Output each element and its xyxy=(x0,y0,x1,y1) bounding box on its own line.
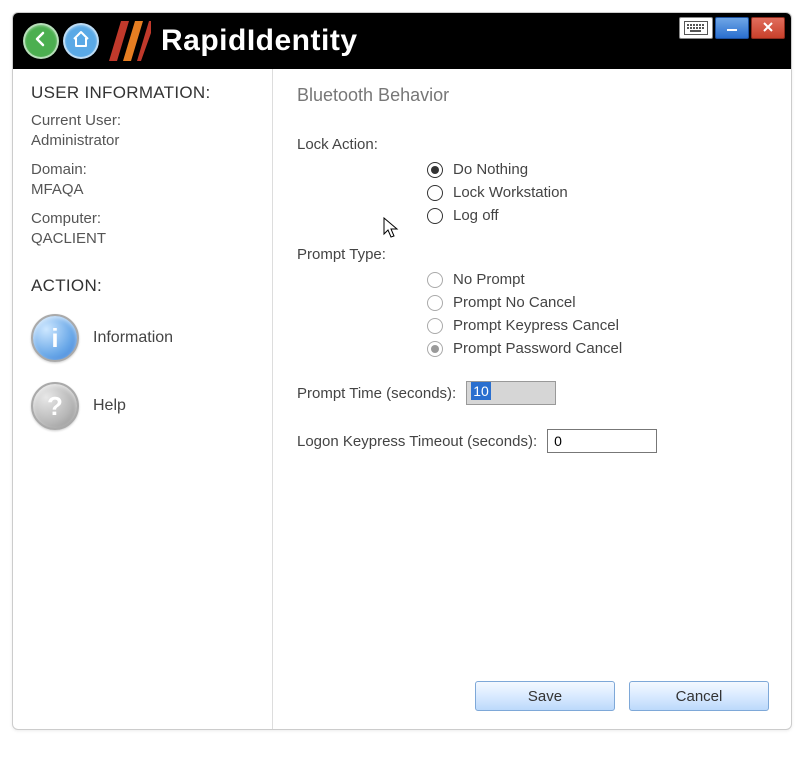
computer-label: Computer: xyxy=(31,209,254,229)
radio-prompt-no-cancel[interactable]: Prompt No Cancel xyxy=(427,294,767,311)
close-icon xyxy=(762,21,774,36)
prompt-time-input[interactable]: 10 xyxy=(466,381,556,405)
home-icon xyxy=(72,30,90,53)
logon-timeout-label: Logon Keypress Timeout (seconds): xyxy=(297,433,537,450)
radio-prompt-password-cancel[interactable]: Prompt Password Cancel xyxy=(427,340,767,357)
domain-row: Domain: MFAQA xyxy=(31,160,254,199)
radio-icon xyxy=(427,185,443,201)
domain-label: Domain: xyxy=(31,160,254,180)
radio-icon xyxy=(427,295,443,311)
home-button[interactable] xyxy=(63,23,99,59)
logon-timeout-input[interactable] xyxy=(547,429,657,453)
computer-row: Computer: QACLIENT xyxy=(31,209,254,248)
rapididentity-logo-icon xyxy=(109,21,151,61)
radio-no-prompt[interactable]: No Prompt xyxy=(427,271,767,288)
minimize-button[interactable] xyxy=(715,17,749,39)
back-button[interactable] xyxy=(23,23,59,59)
radio-icon xyxy=(427,341,443,357)
prompt-type-group: No Prompt Prompt No Cancel Prompt Keypre… xyxy=(427,271,767,357)
radio-icon xyxy=(427,272,443,288)
radio-label: Lock Workstation xyxy=(453,184,568,201)
main-panel: Bluetooth Behavior Lock Action: Do Nothi… xyxy=(273,69,791,729)
logon-timeout-row: Logon Keypress Timeout (seconds): xyxy=(297,429,767,453)
keyboard-icon xyxy=(684,21,708,35)
lock-action-group: Do Nothing Lock Workstation Log off xyxy=(427,161,767,224)
radio-icon xyxy=(427,318,443,334)
radio-label: Prompt Keypress Cancel xyxy=(453,317,619,334)
current-user-label: Current User: xyxy=(31,111,254,131)
window-controls xyxy=(677,17,785,39)
prompt-time-value: 10 xyxy=(471,382,491,400)
prompt-time-row: Prompt Time (seconds): 10 xyxy=(297,381,767,405)
save-button[interactable]: Save xyxy=(475,681,615,711)
radio-label: No Prompt xyxy=(453,271,525,288)
button-row: Save Cancel xyxy=(475,681,769,711)
app-logo: RapidIdentity xyxy=(109,21,358,61)
action-list: i Information ? Help xyxy=(31,314,254,430)
action-information[interactable]: i Information xyxy=(31,314,254,362)
app-title: RapidIdentity xyxy=(161,24,358,58)
arrow-left-icon xyxy=(33,31,49,52)
lock-action-label: Lock Action: xyxy=(297,136,767,153)
cancel-button[interactable]: Cancel xyxy=(629,681,769,711)
prompt-time-label: Prompt Time (seconds): xyxy=(297,385,456,402)
radio-icon xyxy=(427,162,443,178)
close-button[interactable] xyxy=(751,17,785,39)
radio-label: Log off xyxy=(453,207,499,224)
radio-lock-workstation[interactable]: Lock Workstation xyxy=(427,184,767,201)
current-user-row: Current User: Administrator xyxy=(31,111,254,150)
domain-value: MFAQA xyxy=(31,180,254,200)
panel-title: Bluetooth Behavior xyxy=(297,85,767,106)
content: USER INFORMATION: Current User: Administ… xyxy=(13,69,791,729)
sidebar: USER INFORMATION: Current User: Administ… xyxy=(13,69,273,729)
info-icon: i xyxy=(31,314,79,362)
user-info-title: USER INFORMATION: xyxy=(31,83,254,103)
radio-icon xyxy=(427,208,443,224)
prompt-type-label: Prompt Type: xyxy=(297,246,767,263)
action-help[interactable]: ? Help xyxy=(31,382,254,430)
action-title: ACTION: xyxy=(31,276,254,296)
action-label: Help xyxy=(93,397,126,415)
radio-do-nothing[interactable]: Do Nothing xyxy=(427,161,767,178)
radio-prompt-keypress-cancel[interactable]: Prompt Keypress Cancel xyxy=(427,317,767,334)
window: RapidIdentity xyxy=(12,12,792,730)
minimize-icon xyxy=(726,21,738,36)
cursor-icon xyxy=(383,217,401,246)
onscreen-keyboard-button[interactable] xyxy=(679,17,713,39)
action-label: Information xyxy=(93,329,173,347)
titlebar: RapidIdentity xyxy=(13,13,791,69)
radio-log-off[interactable]: Log off xyxy=(427,207,767,224)
radio-label: Prompt No Cancel xyxy=(453,294,576,311)
computer-value: QACLIENT xyxy=(31,229,254,249)
radio-label: Prompt Password Cancel xyxy=(453,340,622,357)
help-icon: ? xyxy=(31,382,79,430)
radio-label: Do Nothing xyxy=(453,161,528,178)
current-user-value: Administrator xyxy=(31,131,254,151)
